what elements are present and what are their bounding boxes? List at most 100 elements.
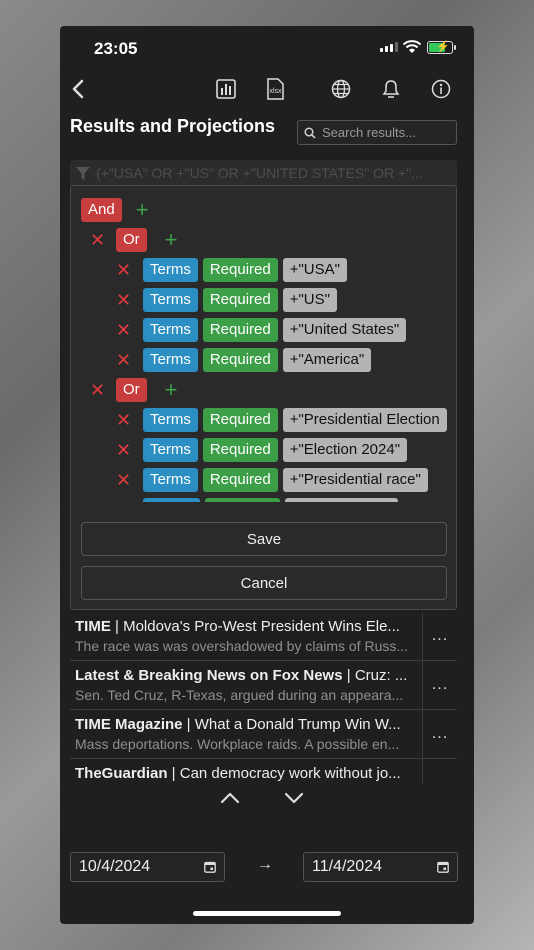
back-icon[interactable]: [66, 77, 90, 101]
remove-icon[interactable]: ✕: [116, 470, 131, 491]
search-box[interactable]: [297, 120, 457, 145]
result-headline: Cruz: ...: [354, 667, 408, 684]
result-headline: Can democracy work without jo...: [179, 765, 401, 782]
start-date-value: 10/4/2024: [79, 858, 151, 875]
term-row: ✕ Terms Required +"US": [116, 288, 337, 312]
root-and-operator[interactable]: And: [81, 198, 122, 222]
search-input[interactable]: [322, 125, 447, 140]
term-value-chip[interactable]: +"America": [282, 348, 372, 372]
term-type-chip[interactable]: Terms: [143, 318, 198, 342]
list-item[interactable]: TIME | Moldova's Pro-West President Wins…: [70, 612, 457, 661]
term-value-chip[interactable]: +"Presidential Election: [282, 408, 447, 432]
clipped-term-mode-chip: [205, 498, 280, 502]
bar-chart-icon[interactable]: [214, 77, 238, 101]
chevron-up-icon[interactable]: [220, 791, 240, 805]
chevron-down-icon[interactable]: [284, 791, 304, 805]
term-type-chip[interactable]: Terms: [143, 468, 198, 492]
svg-text:xlsx: xlsx: [270, 88, 283, 95]
home-indicator[interactable]: [193, 911, 341, 916]
term-mode-chip[interactable]: Required: [202, 438, 278, 462]
globe-icon[interactable]: [329, 77, 353, 101]
remove-icon[interactable]: ✕: [90, 380, 105, 401]
term-mode-chip[interactable]: Required: [202, 318, 278, 342]
term-row: ✕ Terms Required +"Presidential Election: [116, 408, 447, 432]
result-source: Latest & Breaking News on Fox News: [75, 667, 343, 684]
term-value-chip[interactable]: +"Presidential race": [282, 468, 428, 492]
add-icon[interactable]: +: [165, 229, 178, 251]
cellular-signal-icon: [380, 42, 398, 52]
add-icon[interactable]: +: [136, 199, 149, 221]
query-builder-panel: And + ✕ Or + ✕ Terms Required +"USA" ✕ T…: [70, 185, 457, 610]
filter-query-bar[interactable]: (+"USA" OR +"US" OR +"UNITED STATES" OR …: [70, 160, 457, 186]
save-button[interactable]: Save: [81, 522, 447, 556]
result-snippet: Sen. Ted Cruz, R-Texas, argued during an…: [75, 687, 404, 703]
result-headline: What a Donald Trump Win W...: [194, 716, 401, 733]
date-range: 10/4/2024 → 11/4/2024: [60, 852, 474, 882]
status-bar: 23:05 ⚡: [60, 26, 474, 70]
result-snippet: Mass deportations. Workplace raids. A po…: [75, 736, 400, 752]
remove-icon[interactable]: ✕: [116, 320, 131, 341]
result-source: TIME: [75, 618, 111, 635]
term-value-chip[interactable]: +"Election 2024": [282, 438, 408, 462]
results-list: TIME | Moldova's Pro-West President Wins…: [70, 612, 457, 784]
more-options-icon[interactable]: ...: [422, 759, 457, 784]
end-date-field[interactable]: 11/4/2024: [303, 852, 458, 882]
term-row: ✕ Terms Required +"USA": [116, 258, 347, 282]
remove-icon[interactable]: ✕: [116, 290, 131, 311]
end-date-value: 11/4/2024: [312, 858, 382, 875]
cancel-button[interactable]: Cancel: [81, 566, 447, 600]
term-row: ✕ Terms Required +"Presidential race": [116, 468, 428, 492]
more-options-icon[interactable]: ...: [422, 612, 457, 660]
remove-icon[interactable]: ✕: [90, 230, 105, 251]
group-or-operator[interactable]: Or: [116, 378, 147, 402]
term-value-chip[interactable]: +"US": [282, 288, 337, 312]
more-options-icon[interactable]: ...: [422, 710, 457, 758]
result-snippet: The race was was overshadowed by claims …: [75, 638, 409, 654]
remove-icon[interactable]: ✕: [116, 410, 131, 431]
group-or-operator[interactable]: Or: [116, 228, 147, 252]
clipped-term-row: [143, 498, 398, 502]
term-value-chip[interactable]: +"USA": [282, 258, 347, 282]
remove-icon[interactable]: ✕: [116, 440, 131, 461]
toolbar: xlsx: [60, 72, 474, 106]
list-item[interactable]: Latest & Breaking News on Fox News | Cru…: [70, 661, 457, 710]
term-mode-chip[interactable]: Required: [202, 348, 278, 372]
xlsx-export-icon[interactable]: xlsx: [264, 77, 288, 101]
result-source: TheGuardian: [75, 765, 168, 782]
term-value-chip[interactable]: +"United States": [282, 318, 407, 342]
clipped-term-value-chip: [285, 498, 398, 502]
query-tree: And + ✕ Or + ✕ Terms Required +"USA" ✕ T…: [71, 186, 456, 502]
filter-query-text: (+"USA" OR +"US" OR +"UNITED STATES" OR …: [96, 165, 423, 181]
term-mode-chip[interactable]: Required: [202, 468, 278, 492]
term-row: ✕ Terms Required +"America": [116, 348, 372, 372]
info-icon[interactable]: [429, 77, 453, 101]
filter-icon: [76, 166, 90, 180]
bell-icon[interactable]: [379, 77, 403, 101]
term-type-chip[interactable]: Terms: [143, 288, 198, 312]
term-mode-chip[interactable]: Required: [202, 408, 278, 432]
list-item[interactable]: TIME Magazine | What a Donald Trump Win …: [70, 710, 457, 759]
add-icon[interactable]: +: [165, 379, 178, 401]
term-type-chip[interactable]: Terms: [143, 348, 198, 372]
term-type-chip[interactable]: Terms: [143, 258, 198, 282]
wifi-icon: [402, 40, 422, 53]
calendar-icon[interactable]: [437, 861, 449, 873]
more-options-icon[interactable]: ...: [422, 661, 457, 709]
range-arrow-icon: →: [257, 856, 273, 873]
start-date-field[interactable]: 10/4/2024: [70, 852, 225, 882]
term-type-chip[interactable]: Terms: [143, 438, 198, 462]
page-title: Results and Projections: [70, 116, 276, 136]
term-mode-chip[interactable]: Required: [202, 288, 278, 312]
remove-icon[interactable]: ✕: [116, 260, 131, 281]
calendar-icon[interactable]: [204, 861, 216, 873]
result-headline: Moldova's Pro-West President Wins Ele...: [123, 618, 400, 635]
term-mode-chip[interactable]: Required: [202, 258, 278, 282]
clipped-term-type-chip: [143, 498, 200, 502]
list-item[interactable]: TheGuardian | Can democracy work without…: [70, 759, 457, 784]
battery-charging-icon: ⚡: [427, 41, 456, 54]
term-row: ✕ Terms Required +"Election 2024": [116, 438, 408, 462]
term-type-chip[interactable]: Terms: [143, 408, 198, 432]
status-time: 23:05: [94, 39, 138, 58]
result-source: TIME Magazine: [75, 716, 183, 733]
remove-icon[interactable]: ✕: [116, 350, 131, 371]
